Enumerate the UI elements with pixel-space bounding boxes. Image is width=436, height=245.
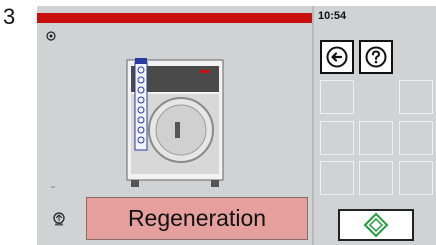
help-button[interactable]	[359, 40, 393, 74]
empty-slot	[399, 161, 433, 195]
regeneration-button[interactable]: Regeneration	[86, 197, 308, 240]
empty-slot	[399, 80, 433, 114]
empty-slot	[399, 121, 433, 155]
question-circle-icon	[365, 46, 387, 68]
step-number: 3	[3, 4, 16, 29]
floor-mark	[51, 186, 55, 188]
status-bar	[37, 13, 312, 23]
empty-slot	[359, 121, 393, 155]
clock-time: 10:54	[318, 10, 347, 22]
empty-slot	[320, 121, 354, 155]
start-button[interactable]	[338, 209, 414, 241]
start-diamond-icon	[363, 212, 389, 238]
regeneration-icon	[53, 212, 65, 226]
empty-slot	[359, 161, 393, 195]
arrow-left-circle-icon	[326, 46, 348, 68]
empty-slot	[320, 161, 354, 195]
machine-illustration	[126, 58, 224, 187]
panel-divider	[312, 6, 314, 245]
back-button[interactable]	[320, 40, 354, 74]
device-screen: 10:54 Regeneration	[37, 6, 436, 245]
cycle-status-icon	[46, 31, 56, 41]
empty-slot	[320, 80, 354, 114]
